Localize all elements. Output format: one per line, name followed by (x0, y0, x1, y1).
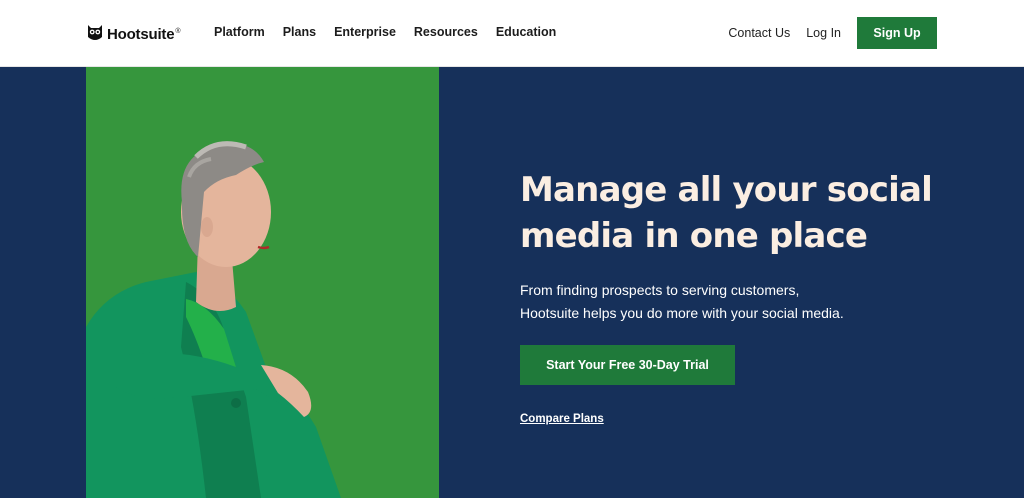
start-free-trial-button[interactable]: Start Your Free 30-Day Trial (520, 345, 735, 385)
hero-copy: Manage all your social media in one plac… (520, 167, 950, 425)
nav-education[interactable]: Education (496, 25, 556, 39)
nav-plans[interactable]: Plans (283, 25, 316, 39)
nav-enterprise[interactable]: Enterprise (334, 25, 396, 39)
hero-title: Manage all your social media in one plac… (520, 170, 933, 256)
hero-subtitle-line-1: From finding prospects to serving custom… (520, 282, 800, 298)
hootsuite-logo[interactable]: Hootsuite® (87, 22, 181, 47)
owl-logo-icon (87, 22, 103, 47)
top-navigation: Hootsuite® Platform Plans Enterprise Res… (0, 0, 1024, 67)
nav-platform[interactable]: Platform (214, 25, 265, 39)
compare-plans-link[interactable]: Compare Plans (520, 413, 604, 425)
nav-resources[interactable]: Resources (414, 25, 478, 39)
contact-us-link[interactable]: Contact Us (728, 26, 790, 40)
hero-section: Manage all your social media in one plac… (0, 67, 1024, 498)
hero-subtitle: From finding prospects to serving custom… (520, 279, 880, 325)
hero-photo (86, 67, 439, 498)
utility-nav: Contact Us Log In Sign Up (728, 17, 937, 49)
logo-text: Hootsuite® (107, 25, 181, 43)
sign-up-button[interactable]: Sign Up (857, 17, 937, 49)
woman-portrait-illustration (86, 67, 439, 498)
primary-nav: Platform Plans Enterprise Resources Educ… (214, 25, 574, 39)
hero-subtitle-line-2: Hootsuite helps you do more with your so… (520, 305, 844, 321)
log-in-link[interactable]: Log In (806, 26, 841, 40)
